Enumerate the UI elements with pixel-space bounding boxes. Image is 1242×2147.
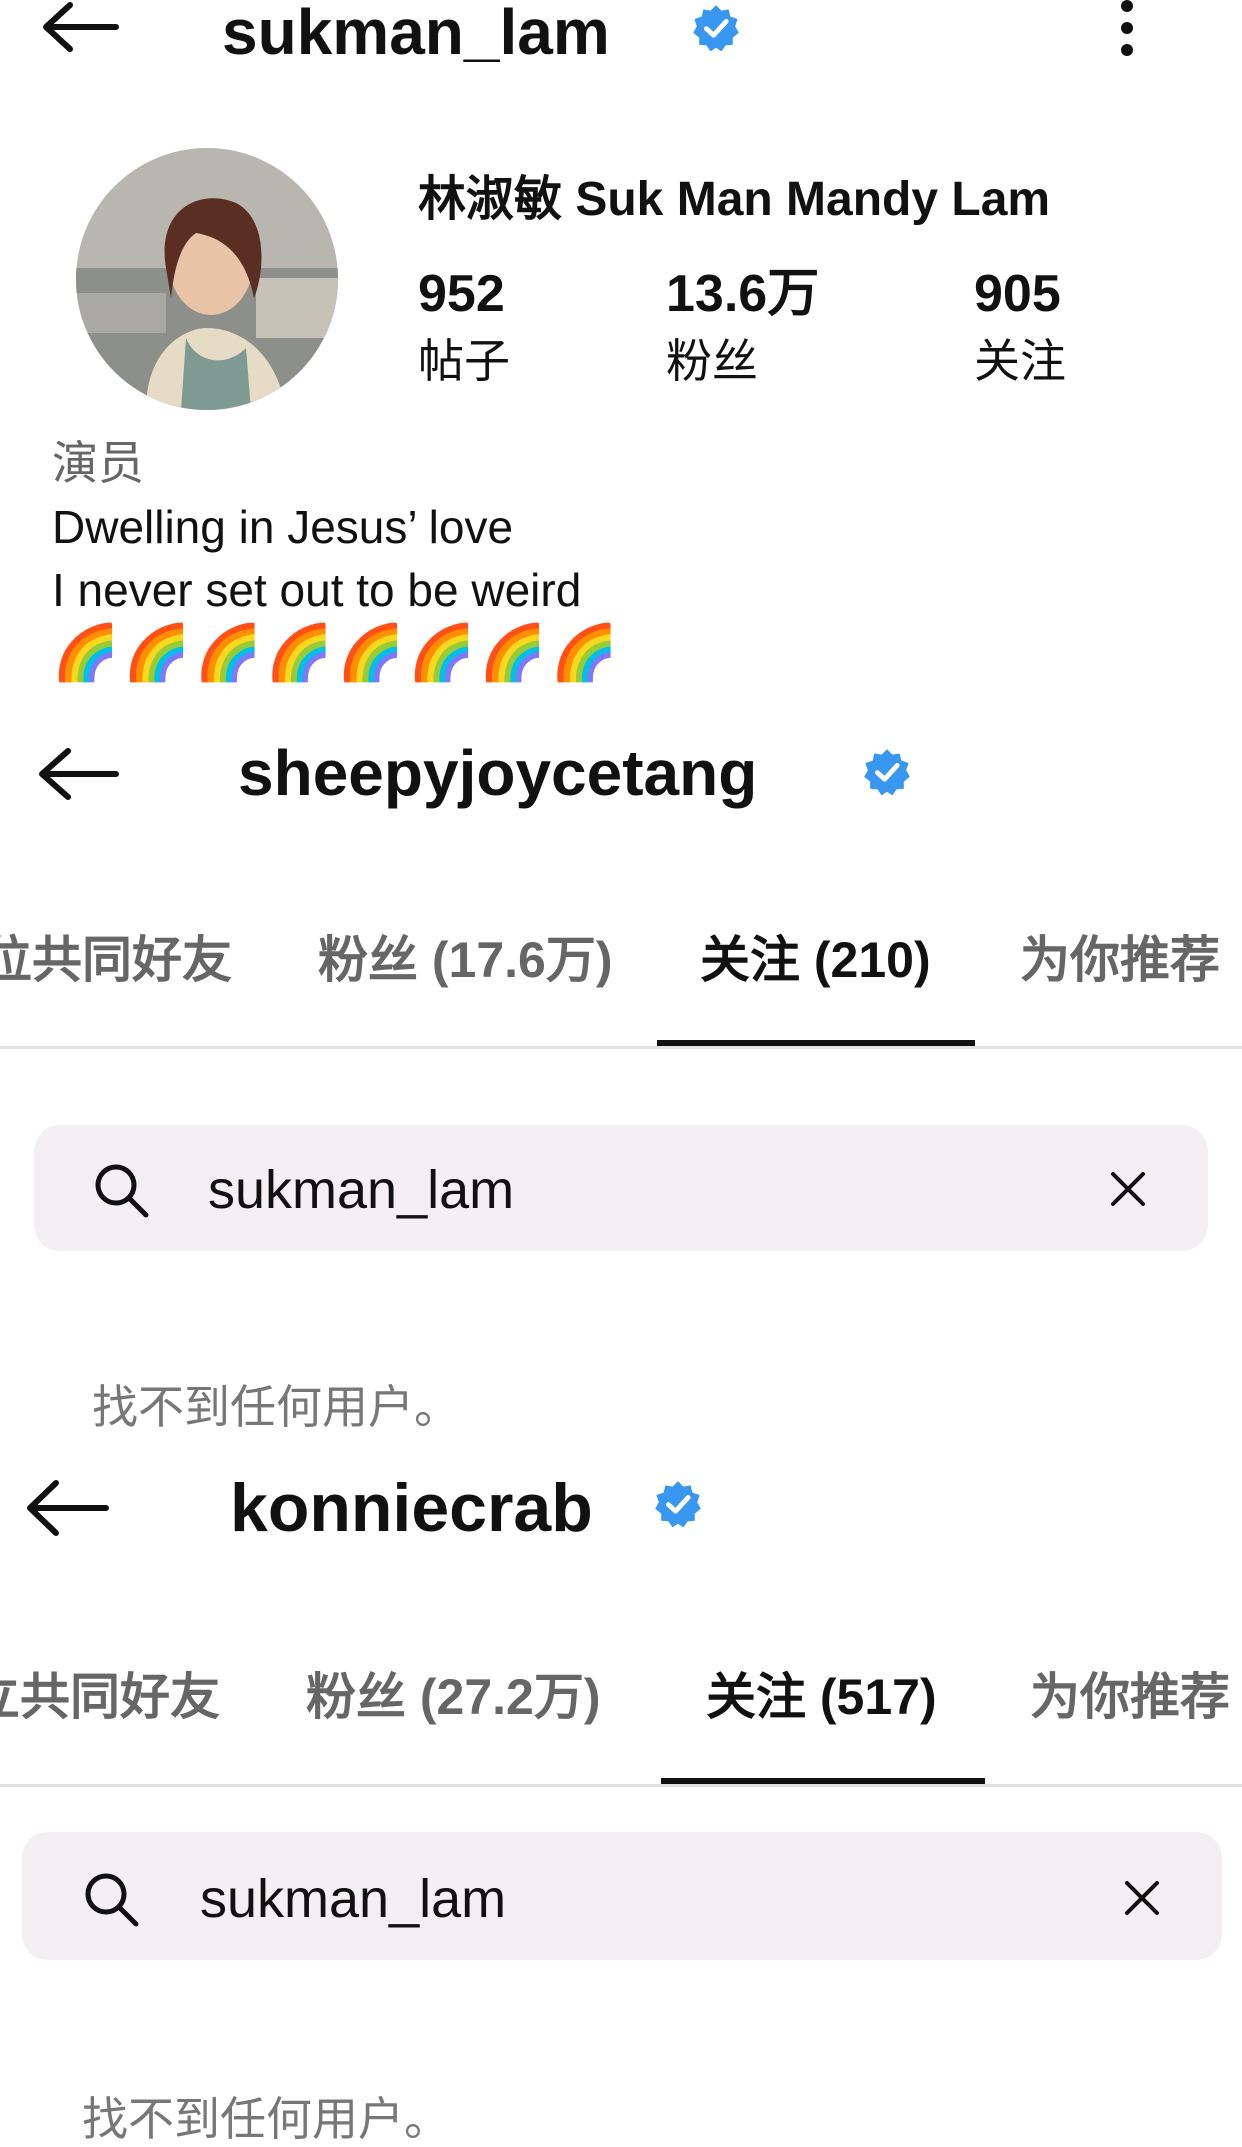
tab-following[interactable]: 关注 (210)	[700, 935, 931, 985]
stat-value: 13.6万	[666, 265, 820, 323]
arrow-left-icon	[39, 748, 119, 800]
profile-username: sukman_lam	[222, 0, 610, 68]
close-icon[interactable]	[1108, 1169, 1148, 1209]
tab-mutual[interactable]: 立共同好友	[0, 1672, 220, 1722]
page-title: konniecrab	[230, 1470, 593, 1546]
stat-label: 关注	[974, 335, 1066, 387]
verified-badge-icon	[654, 1480, 702, 1533]
avatar[interactable]	[76, 148, 338, 410]
tab-following[interactable]: 关注 (517)	[706, 1672, 937, 1722]
empty-results-message: 找不到任何用户。	[82, 2093, 450, 2145]
bio-emoji-row: 🌈🌈🌈🌈🌈🌈🌈🌈	[52, 623, 622, 683]
stat-value: 905	[974, 265, 1061, 323]
tab-suggested[interactable]: 为你推荐	[1030, 1672, 1230, 1722]
search-bar[interactable]: sukman_lam	[22, 1832, 1222, 1960]
verified-badge-icon	[692, 4, 740, 57]
search-bar[interactable]: sukman_lam	[34, 1125, 1208, 1251]
stat-label: 粉丝	[666, 335, 758, 387]
more-vertical-icon	[1121, 0, 1133, 56]
empty-results-message: 找不到任何用户。	[92, 1381, 460, 1433]
page-title: sheepyjoycetang	[238, 737, 758, 809]
arrow-left-icon	[27, 1480, 109, 1536]
tab-followers[interactable]: 粉丝 (27.2万)	[306, 1672, 601, 1722]
back-button[interactable]	[40, 2, 120, 52]
stat-value: 952	[418, 265, 505, 323]
search-input[interactable]: sukman_lam	[200, 1872, 506, 1926]
active-tab-indicator	[657, 1040, 975, 1046]
tab-mutual[interactable]: 位共同好友	[0, 935, 232, 985]
tab-divider	[0, 1784, 1242, 1787]
tab-divider	[0, 1046, 1242, 1049]
stat-followers[interactable]: 13.6万 粉丝	[666, 268, 819, 384]
stat-posts[interactable]: 952 帖子	[418, 268, 510, 384]
verified-badge-icon	[863, 748, 911, 801]
close-icon[interactable]	[1122, 1878, 1162, 1918]
more-options-button[interactable]	[1110, 0, 1144, 60]
bio-line: Dwelling in Jesus’ love	[52, 501, 514, 553]
bio-line: I never set out to be weird	[52, 564, 582, 616]
bio-category: 演员	[52, 440, 144, 489]
stat-label: 帖子	[418, 335, 510, 387]
profile-bio: 演员 Dwelling in Jesus’ love I never set o…	[52, 440, 952, 704]
tab-suggested[interactable]: 为你推荐	[1020, 935, 1220, 985]
back-button[interactable]	[24, 1480, 110, 1536]
search-icon	[85, 1873, 139, 1927]
stat-following[interactable]: 905 关注	[974, 268, 1066, 384]
profile-display-name: 林淑敏 Suk Man Mandy Lam	[418, 173, 1051, 226]
tab-followers[interactable]: 粉丝 (17.6万)	[318, 935, 613, 985]
avatar-photo	[76, 148, 338, 410]
arrow-left-icon	[43, 2, 119, 52]
back-button[interactable]	[36, 748, 120, 800]
search-icon	[95, 1164, 149, 1218]
search-input[interactable]: sukman_lam	[208, 1163, 514, 1217]
active-tab-indicator	[661, 1778, 985, 1784]
